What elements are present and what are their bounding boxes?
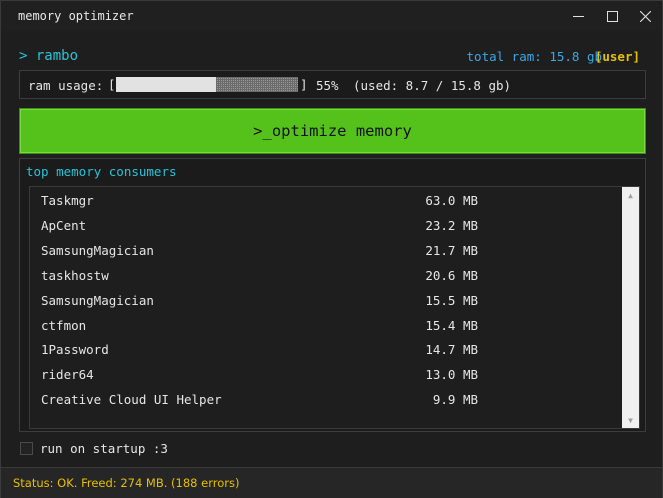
- process-name: ctfmon: [41, 317, 87, 333]
- ram-usage-bar-remaining: [216, 77, 298, 92]
- list-item[interactable]: ctfmon 15.4 MB: [30, 313, 620, 337]
- process-name: Creative Cloud UI Helper: [41, 392, 222, 408]
- close-icon: [639, 10, 651, 22]
- process-memory: 63.0 MB: [425, 193, 478, 208]
- ram-usage-label: ram usage:: [28, 78, 104, 93]
- bar-close-bracket: ]: [300, 77, 308, 92]
- total-ram-label: total ram: 15.8 gb: [466, 49, 602, 64]
- process-name: SamsungMagician: [41, 242, 154, 258]
- list-item[interactable]: SamsungMagician 15.5 MB: [30, 288, 620, 312]
- maximize-icon: [606, 10, 618, 22]
- process-memory: 20.6 MB: [425, 267, 478, 283]
- run-on-startup-option[interactable]: run on startup :3: [20, 441, 168, 456]
- list-item[interactable]: Taskmgr 63.0 MB: [30, 188, 620, 212]
- run-on-startup-label: run on startup :3: [40, 441, 168, 456]
- scroll-down-arrow-icon[interactable]: ▼: [622, 412, 639, 428]
- list-item[interactable]: taskhostw 20.6 MB: [30, 263, 620, 287]
- status-bar: Status: OK. Freed: 274 MB. (188 errors): [1, 467, 662, 498]
- process-memory: 9.9 MB: [432, 392, 478, 408]
- maximize-button[interactable]: [595, 3, 629, 29]
- optimize-memory-button[interactable]: >_optimize memory: [19, 108, 646, 154]
- list-item[interactable]: 1Password 14.7 MB: [30, 337, 620, 361]
- window-title: memory optimizer: [18, 9, 134, 23]
- process-name: SamsungMagician: [41, 292, 154, 308]
- close-button[interactable]: [628, 3, 662, 29]
- process-name: 1Password: [41, 342, 109, 358]
- optimize-memory-label: >_optimize memory: [253, 122, 412, 140]
- process-name: taskhostw: [41, 267, 109, 283]
- run-on-startup-checkbox[interactable]: [20, 442, 33, 455]
- process-name: rider64: [41, 367, 94, 383]
- process-memory: 13.0 MB: [425, 367, 478, 383]
- user-role-badge: [user]: [594, 49, 640, 64]
- ram-used-text: (used: 8.7 / 15.8 gb): [353, 78, 512, 93]
- ram-usage-bar: [116, 77, 298, 92]
- title-bar[interactable]: memory optimizer: [1, 1, 662, 31]
- process-memory: 15.5 MB: [425, 292, 478, 308]
- process-memory: 23.2 MB: [425, 217, 478, 233]
- consumer-list[interactable]: ▲ ▼ Taskmgr 63.0 MB ApCent 23.2 MB SamsungMa…: [29, 186, 640, 429]
- ram-usage-percent: 55%: [316, 78, 339, 93]
- ram-usage-bar-fill: [116, 77, 217, 92]
- process-memory: 14.7 MB: [425, 342, 478, 358]
- minimize-icon: [572, 15, 584, 17]
- list-scrollbar[interactable]: ▲ ▼: [622, 187, 639, 428]
- process-memory: 15.4 MB: [425, 317, 478, 333]
- process-name: Taskmgr: [41, 193, 94, 208]
- process-memory: 21.7 MB: [425, 242, 478, 258]
- app-window: memory optimizer > rambo total ram: 15.8…: [0, 0, 663, 498]
- ram-usage-panel: ram usage: [ ] 55% (used: 8.7 / 15.8 gb): [19, 70, 646, 99]
- top-consumers-title: top memory consumers: [26, 164, 177, 179]
- username: rambo: [35, 48, 79, 64]
- minimize-button[interactable]: [561, 3, 595, 29]
- user-prompt: > rambo: [19, 48, 78, 64]
- top-consumers-panel: top memory consumers ▲ ▼ Taskmgr 63.0 MB A…: [19, 158, 646, 432]
- list-item[interactable]: ApCent 23.2 MB: [30, 213, 620, 237]
- status-text: Status: OK. Freed: 274 MB. (188 errors): [13, 476, 240, 490]
- process-name: ApCent: [41, 217, 87, 233]
- prompt-symbol: >: [19, 48, 28, 64]
- list-item[interactable]: rider64 13.0 MB: [30, 362, 620, 386]
- list-item[interactable]: SamsungMagician 21.7 MB: [30, 238, 620, 262]
- list-item[interactable]: Creative Cloud UI Helper 9.9 MB: [30, 387, 620, 411]
- scrollbar-thumb[interactable]: [624, 204, 637, 411]
- scroll-up-arrow-icon[interactable]: ▲: [622, 187, 639, 203]
- bar-open-bracket: [: [108, 77, 116, 92]
